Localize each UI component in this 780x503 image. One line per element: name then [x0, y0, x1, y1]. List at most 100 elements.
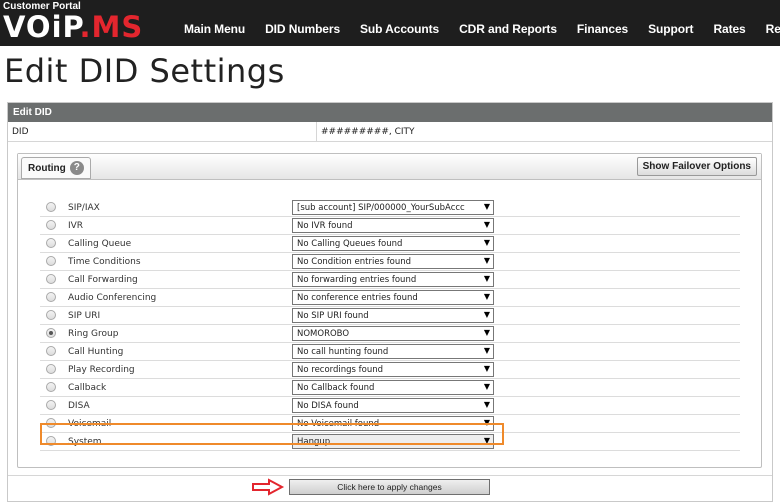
show-failover-options-button[interactable]: Show Failover Options	[636, 157, 757, 176]
routing-option-select[interactable]: No IVR found ▼	[292, 218, 494, 233]
routing-option-radio[interactable]	[46, 382, 56, 392]
routing-box: Routing ? Show Failover Options SIP/IAX […	[17, 153, 762, 468]
select-value: No DISA found	[297, 401, 359, 411]
routing-option-select[interactable]: No forwarding entries found ▼	[292, 272, 494, 287]
routing-option-select[interactable]: [sub account] SIP/000000_YourSubAccc ▼	[292, 200, 494, 215]
routing-option-label: Callback	[68, 383, 107, 393]
routing-option-radio[interactable]	[46, 238, 56, 248]
select-value: No call hunting found	[297, 347, 389, 357]
edit-did-panel: Edit DID DID #########, CITY Routing ? S…	[7, 102, 773, 502]
routing-option-select[interactable]: No Callback found ▼	[292, 380, 494, 395]
routing-option-label: Audio Conferencing	[68, 293, 157, 303]
routing-option-radio[interactable]	[46, 202, 56, 212]
routing-option-label: Ring Group	[68, 329, 119, 339]
routing-header: Routing ? Show Failover Options	[18, 154, 761, 180]
did-value: #########, CITY	[321, 127, 415, 137]
nav-support[interactable]: Support	[648, 22, 693, 36]
nav-did-numbers[interactable]: DID Numbers	[265, 22, 340, 36]
routing-option-label: SIP URI	[68, 311, 101, 321]
select-value: No forwarding entries found	[297, 275, 417, 285]
logo-text-voip: VOiP	[3, 10, 80, 44]
chevron-down-icon: ▼	[483, 220, 490, 229]
apply-changes-button[interactable]: Click here to apply changes	[289, 479, 490, 495]
chevron-down-icon: ▼	[483, 310, 490, 319]
routing-option-select[interactable]: No conference entries found ▼	[292, 290, 494, 305]
routing-option-label: IVR	[68, 221, 84, 231]
routing-option-row: Callback No Callback found ▼	[40, 379, 740, 397]
routing-option-radio[interactable]	[46, 256, 56, 266]
routing-option-row: DISA No DISA found ▼	[40, 397, 740, 415]
routing-option-row: SIP/IAX [sub account] SIP/000000_YourSubA…	[40, 199, 740, 217]
routing-option-radio[interactable]	[46, 400, 56, 410]
routing-option-select[interactable]: No DISA found ▼	[292, 398, 494, 413]
routing-option-select[interactable]: No SIP URI found ▼	[292, 308, 494, 323]
routing-option-row: SIP URI No SIP URI found ▼	[40, 307, 740, 325]
chevron-down-icon: ▼	[483, 238, 490, 247]
select-value: No SIP URI found	[297, 311, 369, 321]
did-divider	[316, 122, 317, 141]
tab-routing-label: Routing	[28, 162, 66, 174]
routing-option-row: Ring Group NOMOROBO ▼	[40, 325, 740, 343]
routing-option-radio[interactable]	[46, 346, 56, 356]
arrow-right-icon	[252, 478, 285, 496]
routing-option-row: IVR No IVR found ▼	[40, 217, 740, 235]
voipms-logo[interactable]: VOiP.MS	[3, 9, 143, 45]
logo-text-ms: .MS	[79, 10, 144, 44]
routing-option-radio[interactable]	[46, 220, 56, 230]
chevron-down-icon: ▼	[483, 400, 490, 409]
nav-finances[interactable]: Finances	[577, 22, 628, 36]
ring-group-highlight	[40, 423, 504, 445]
chevron-down-icon: ▼	[483, 292, 490, 301]
chevron-down-icon: ▼	[483, 256, 490, 265]
routing-option-select[interactable]: No call hunting found ▼	[292, 344, 494, 359]
did-row: DID #########, CITY	[8, 122, 772, 142]
routing-option-radio[interactable]	[46, 274, 56, 284]
routing-option-radio[interactable]	[46, 292, 56, 302]
help-icon[interactable]: ?	[69, 161, 84, 175]
routing-option-radio[interactable]	[46, 310, 56, 320]
panel-header: Edit DID	[8, 103, 772, 122]
chevron-down-icon: ▼	[483, 382, 490, 391]
select-value: No Condition entries found	[297, 257, 412, 267]
apply-divider	[8, 475, 772, 476]
routing-option-row: Call Hunting No call hunting found ▼	[40, 343, 740, 361]
routing-option-label: Call Hunting	[68, 347, 124, 357]
routing-option-label: DISA	[68, 401, 90, 411]
select-value: No recordings found	[297, 365, 384, 375]
select-value: No conference entries found	[297, 293, 418, 303]
routing-option-row: Time Conditions No Condition entries foun…	[40, 253, 740, 271]
routing-option-row: Audio Conferencing No conference entries …	[40, 289, 740, 307]
nav-reseller[interactable]: Reseller	[766, 22, 780, 36]
chevron-down-icon: ▼	[483, 364, 490, 373]
select-value: [sub account] SIP/000000_YourSubAccc	[297, 203, 465, 213]
select-value: NOMOROBO	[297, 329, 350, 339]
chevron-down-icon: ▼	[483, 202, 490, 211]
nav-main-menu[interactable]: Main Menu	[184, 22, 245, 36]
routing-option-select[interactable]: No Condition entries found ▼	[292, 254, 494, 269]
nav-sub-accounts[interactable]: Sub Accounts	[360, 22, 439, 36]
chevron-down-icon: ▼	[483, 346, 490, 355]
routing-option-radio[interactable]	[46, 364, 56, 374]
did-label: DID	[12, 127, 29, 137]
routing-option-label: Time Conditions	[68, 257, 141, 267]
routing-option-label: Calling Queue	[68, 239, 132, 249]
nav-rates[interactable]: Rates	[713, 22, 745, 36]
select-value: No Callback found	[297, 383, 375, 393]
select-value: No Calling Queues found	[297, 239, 403, 249]
routing-option-row: Calling Queue No Calling Queues found ▼	[40, 235, 740, 253]
routing-option-row: Play Recording No recordings found ▼	[40, 361, 740, 379]
routing-option-label: SIP/IAX	[68, 203, 100, 213]
routing-option-select[interactable]: NOMOROBO ▼	[292, 326, 494, 341]
routing-option-radio[interactable]	[46, 328, 56, 338]
page-title: Edit DID Settings	[4, 52, 285, 90]
chevron-down-icon: ▼	[483, 328, 490, 337]
routing-option-select[interactable]: No Calling Queues found ▼	[292, 236, 494, 251]
routing-option-label: Play Recording	[68, 365, 135, 375]
chevron-down-icon: ▼	[483, 274, 490, 283]
top-navigation-bar: Customer Portal VOiP.MS Main Menu DID Nu…	[0, 0, 780, 46]
select-value: No IVR found	[297, 221, 353, 231]
nav-cdr-and-reports[interactable]: CDR and Reports	[459, 22, 557, 36]
tab-routing[interactable]: Routing ?	[21, 157, 91, 179]
routing-option-label: Call Forwarding	[68, 275, 138, 285]
routing-option-select[interactable]: No recordings found ▼	[292, 362, 494, 377]
